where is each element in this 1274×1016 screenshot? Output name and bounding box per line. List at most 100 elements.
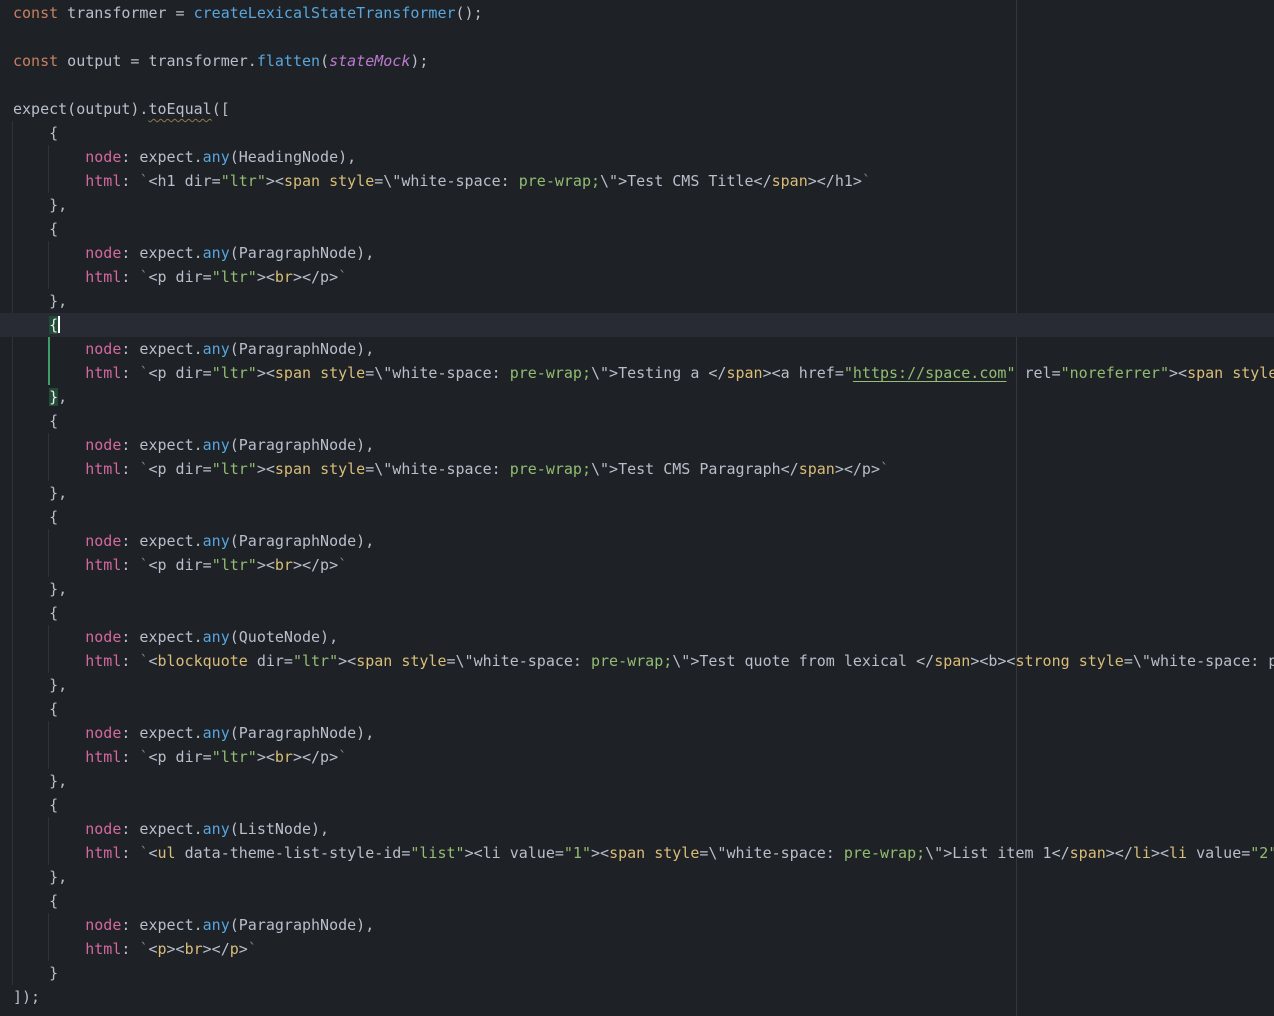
code-token: any: [203, 244, 230, 262]
code-token: span: [726, 364, 762, 382]
code-line[interactable]: },: [0, 769, 1274, 793]
code-line[interactable]: html: `<h1 dir="ltr"><span style=\"white…: [0, 169, 1274, 193]
code-line[interactable]: [0, 73, 1274, 97]
code-token: },: [13, 580, 67, 598]
code-token: style: [329, 172, 374, 190]
code-line[interactable]: const transformer = createLexicalStateTr…: [0, 1, 1274, 25]
code-token: span: [799, 460, 835, 478]
code-line[interactable]: [0, 25, 1274, 49]
code-line[interactable]: {: [0, 793, 1274, 817]
code-token: any: [203, 916, 230, 934]
code-line[interactable]: node: expect.any(QuoteNode),: [0, 625, 1274, 649]
code-line[interactable]: html: `<ul data-theme-list-style-id="lis…: [0, 841, 1274, 865]
code-token: =\"white-space:: [699, 844, 844, 862]
code-line[interactable]: },: [0, 385, 1274, 409]
code-token: "noreferrer": [1061, 364, 1169, 382]
code-line-active[interactable]: {: [0, 313, 1274, 337]
code-token: [13, 940, 85, 958]
code-line[interactable]: {: [0, 409, 1274, 433]
code-line[interactable]: html: `<p dir="ltr"><span style=\"white-…: [0, 361, 1274, 385]
code-token: node: [85, 628, 121, 646]
code-token: span: [772, 172, 808, 190]
code-token: style: [320, 460, 365, 478]
code-line[interactable]: {: [0, 217, 1274, 241]
code-line[interactable]: expect(output).toEqual([: [0, 97, 1274, 121]
code-line[interactable]: html: `<p dir="ltr"><span style=\"white-…: [0, 457, 1274, 481]
code-lines: const transformer = createLexicalStateTr…: [0, 1, 1274, 1009]
code-token: span: [275, 460, 311, 478]
code-token: (ParagraphNode),: [230, 724, 375, 742]
code-line[interactable]: },: [0, 481, 1274, 505]
code-line[interactable]: node: expect.any(ParagraphNode),: [0, 913, 1274, 937]
code-line[interactable]: node: expect.any(ParagraphNode),: [0, 337, 1274, 361]
code-line[interactable]: {: [0, 697, 1274, 721]
code-token: [13, 244, 85, 262]
code-line[interactable]: ]);: [0, 985, 1274, 1009]
code-token: span: [1187, 364, 1223, 382]
code-token: },: [13, 676, 67, 694]
code-token: [13, 316, 49, 334]
code-line[interactable]: },: [0, 673, 1274, 697]
code-line[interactable]: },: [0, 865, 1274, 889]
code-token: [13, 268, 85, 286]
code-line[interactable]: {: [0, 889, 1274, 913]
code-token: [1223, 364, 1232, 382]
code-token: \">Test CMS Title</: [600, 172, 772, 190]
code-line[interactable]: html: `<p dir="ltr"><br></p>`: [0, 553, 1274, 577]
code-line[interactable]: }: [0, 961, 1274, 985]
code-line[interactable]: {: [0, 601, 1274, 625]
code-token: [13, 820, 85, 838]
code-token: blockquote: [158, 652, 248, 670]
code-line[interactable]: node: expect.any(ParagraphNode),: [0, 241, 1274, 265]
code-token: span: [609, 844, 645, 862]
code-token: ></: [1106, 844, 1133, 862]
code-line[interactable]: const output = transformer.flatten(state…: [0, 49, 1274, 73]
code-line[interactable]: html: `<blockquote dir="ltr"><span style…: [0, 649, 1274, 673]
code-token: {: [13, 796, 58, 814]
code-token: [13, 652, 85, 670]
code-line[interactable]: {: [0, 121, 1274, 145]
code-token: `: [338, 556, 347, 574]
code-token: ([: [212, 100, 230, 118]
code-token: `: [338, 268, 347, 286]
code-token: rel=: [1015, 364, 1060, 382]
code-line[interactable]: node: expect.any(ParagraphNode),: [0, 433, 1274, 457]
code-token: br: [275, 748, 293, 766]
code-token: ul: [158, 844, 176, 862]
code-token: [13, 172, 85, 190]
code-line[interactable]: html: `<p dir="ltr"><br></p>`: [0, 745, 1274, 769]
code-token: ><: [257, 460, 275, 478]
code-token: `: [880, 460, 889, 478]
code-token: {: [13, 124, 58, 142]
code-line[interactable]: node: expect.any(ListNode),: [0, 817, 1274, 841]
code-token: span: [275, 364, 311, 382]
code-line[interactable]: html: `<p><br></p>`: [0, 937, 1274, 961]
code-token: (ParagraphNode),: [230, 244, 375, 262]
code-token: ><: [257, 556, 275, 574]
code-token: (ParagraphNode),: [230, 436, 375, 454]
code-token: "ltr": [293, 652, 338, 670]
code-token: any: [203, 628, 230, 646]
code-token: <: [148, 844, 157, 862]
code-token: [13, 724, 85, 742]
code-line[interactable]: node: expect.any(HeadingNode),: [0, 145, 1274, 169]
code-token: dir=: [248, 652, 293, 670]
code-token: node: [85, 820, 121, 838]
code-token: =\"white-space: pr: [1124, 652, 1274, 670]
code-token: br: [185, 940, 203, 958]
code-token: "2": [1250, 844, 1274, 862]
code-editor[interactable]: const transformer = createLexicalStateTr…: [0, 0, 1274, 1016]
code-token: "ltr": [212, 748, 257, 766]
code-line[interactable]: node: expect.any(ParagraphNode),: [0, 721, 1274, 745]
code-line[interactable]: {: [0, 505, 1274, 529]
code-line[interactable]: },: [0, 577, 1274, 601]
code-line[interactable]: node: expect.any(ParagraphNode),: [0, 529, 1274, 553]
code-line[interactable]: },: [0, 289, 1274, 313]
code-token: (ParagraphNode),: [230, 340, 375, 358]
code-token: node: [85, 532, 121, 550]
code-token: {: [13, 604, 58, 622]
code-token: `: [338, 748, 347, 766]
code-line[interactable]: },: [0, 193, 1274, 217]
code-line[interactable]: html: `<p dir="ltr"><br></p>`: [0, 265, 1274, 289]
code-token: =\"white-space:: [374, 172, 519, 190]
